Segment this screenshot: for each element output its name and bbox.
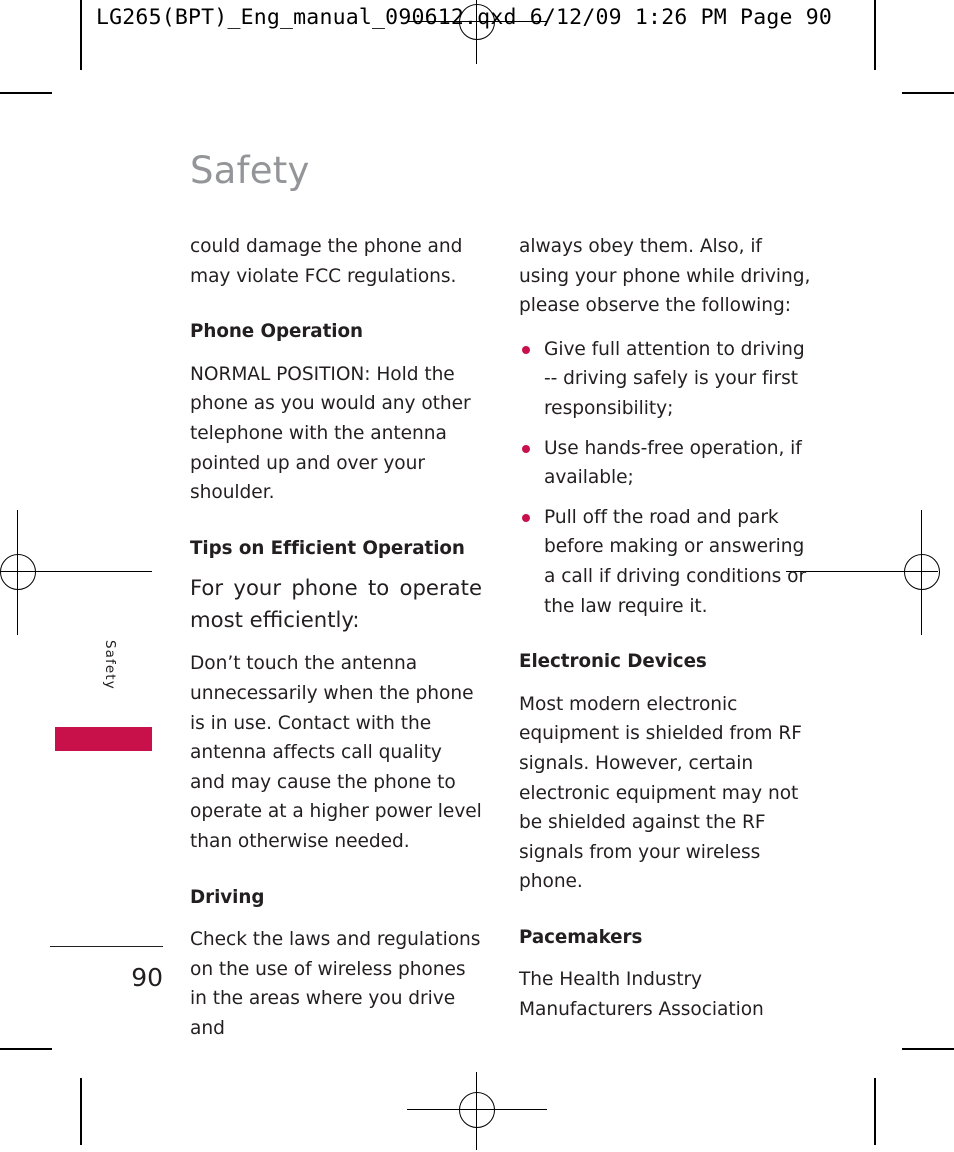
- crop-mark-bottom-left-h: [0, 1048, 52, 1050]
- heading-pacemakers: Pacemakers: [519, 926, 643, 948]
- bullet-dot-icon: [522, 513, 530, 522]
- paragraph-phone-operation: NORMAL POSITION: Hold the phone as you w…: [190, 363, 471, 504]
- registration-mark-right: [786, 510, 954, 635]
- list-item-text: Use hands-free operation, if available;: [544, 437, 802, 489]
- bullet-dot-icon: [522, 345, 530, 354]
- heading-electronic-devices: Electronic Devices: [519, 651, 707, 673]
- registration-mark-top: [407, 0, 547, 64]
- prepress-slug-line: LG265(BPT)_Eng_manual_090612.qxd 6/12/09…: [96, 5, 833, 30]
- trim-guide-right-top: [874, 0, 876, 70]
- crop-mark-bottom-right-h: [902, 1048, 954, 1050]
- crop-mark-top-right-h: [902, 92, 954, 94]
- lead-tips-on-efficient-operation: For your phone to operate most efficient…: [190, 575, 482, 633]
- crop-mark-bottom-right-v: [874, 1078, 876, 1145]
- crop-mark-bottom-left-v: [80, 1078, 82, 1145]
- bullet-dot-icon: [522, 444, 530, 453]
- left-continued-paragraph: could damage the phone and may violate F…: [190, 236, 463, 287]
- heading-driving: Driving: [190, 886, 265, 908]
- list-item-text: Pull off the road and park before making…: [544, 506, 807, 617]
- page-title: Safety: [190, 149, 310, 192]
- paragraph-tips-on-efficient-operation: Don’t touch the antenna unnecessarily wh…: [190, 653, 482, 852]
- registration-mark-bottom: [407, 1072, 547, 1152]
- list-item: Pull off the road and park before making…: [519, 503, 811, 621]
- heading-phone-operation: Phone Operation: [190, 321, 363, 343]
- heading-tips-on-efficient-operation: Tips on Efficient Operation: [190, 537, 465, 559]
- footer-divider: [50, 946, 163, 948]
- left-column: could damage the phone and may violate F…: [190, 232, 482, 1043]
- right-column: always obey them. Also, if using your ph…: [519, 232, 811, 1025]
- paragraph-electronic-devices: Most modern electronic equipment is shie…: [519, 693, 802, 893]
- paragraph-pacemakers: The Health Industry Manufacturers Associ…: [519, 969, 764, 1021]
- registration-mark-left: [0, 510, 152, 635]
- list-item-text: Give full attention to driving -- drivin…: [544, 338, 805, 419]
- page-number: 90: [131, 963, 163, 992]
- list-item: Give full attention to driving -- drivin…: [519, 335, 811, 424]
- side-tab-accent-bar: [55, 727, 152, 751]
- paragraph-driving: Check the laws and regulations on the us…: [190, 929, 481, 1039]
- trim-guide-left-top: [80, 0, 82, 70]
- side-tab-label: Safety: [102, 640, 118, 690]
- driving-safety-bullet-list: Give full attention to driving -- drivin…: [519, 335, 811, 621]
- right-continued-paragraph: always obey them. Also, if using your ph…: [519, 236, 811, 317]
- crop-mark-top-left-h: [0, 92, 52, 94]
- list-item: Use hands-free operation, if available;: [519, 434, 811, 493]
